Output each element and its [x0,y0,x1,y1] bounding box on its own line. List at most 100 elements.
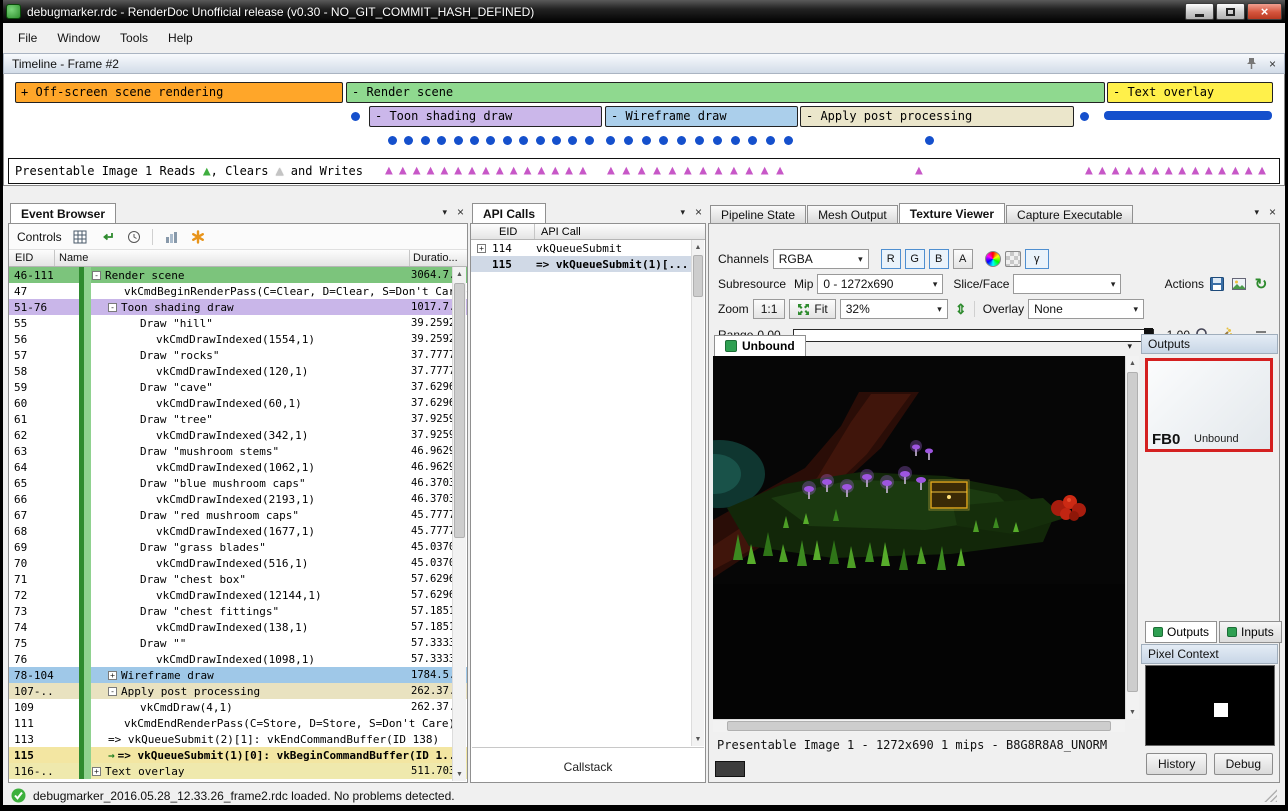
close-icon[interactable]: × [695,206,702,218]
event-row[interactable]: 107-... - → Apply post processing 262.37… [9,683,467,699]
write-triangle-icon[interactable]: ▲ [1098,164,1106,177]
write-triangle-icon[interactable]: ▲ [1218,164,1226,177]
slice-face-dropdown[interactable]: ▾ [1013,274,1121,294]
write-triangle-icon[interactable]: ▲ [454,164,462,177]
debug-button[interactable]: Debug [1214,753,1273,775]
scroll-down-icon[interactable]: ▼ [692,732,704,746]
event-row[interactable]: 56 → vkCmdDrawIndexed(1554,1) 39.25926 [9,331,467,347]
write-triangle-icon[interactable]: ▲ [699,164,707,177]
scroll-up-icon[interactable]: ▲ [692,240,704,254]
event-dot[interactable] [642,136,651,145]
write-triangle-icon[interactable]: ▲ [761,164,769,177]
event-row[interactable]: 72 → vkCmdDrawIndexed(12144,1) 57.62963 [9,587,467,603]
custom-visualisation-icon[interactable] [985,251,1001,267]
timeline-bar-text-overlay[interactable]: - Text overlay [1107,82,1273,103]
write-triangle-icon[interactable]: ▲ [745,164,753,177]
event-dot[interactable] [421,136,430,145]
event-dot[interactable] [748,136,757,145]
write-triangle-icon[interactable]: ▲ [715,164,723,177]
event-browser-scrollbar[interactable]: ▲ ▼ [452,267,466,781]
scroll-up-icon[interactable]: ▲ [453,267,466,281]
column-header-duration[interactable]: Duratio... [409,250,469,266]
scroll-up-icon[interactable]: ▲ [1126,356,1139,370]
open-image-icon[interactable] [1230,275,1248,293]
event-dot[interactable] [585,136,594,145]
event-row[interactable]: 70 → vkCmdDrawIndexed(516,1) 45.03704 [9,555,467,571]
timeline-bar-render-scene[interactable]: - Render scene [346,82,1105,103]
event-dot[interactable] [925,136,934,145]
fb0-thumbnail[interactable]: FB0 Unbound [1145,358,1273,452]
write-triangle-icon[interactable]: ▲ [1125,164,1133,177]
write-triangle-icon[interactable]: ▲ [1165,164,1173,177]
expander-icon[interactable]: - [92,271,101,280]
zoom-dropdown[interactable]: 32% ▾ [840,299,948,319]
scrollbar-thumb[interactable] [454,283,465,538]
column-header-name[interactable]: Name [55,252,467,264]
event-dot[interactable] [568,136,577,145]
write-triangle-icon[interactable]: ▲ [1258,164,1266,177]
jump-to-event-icon[interactable] [98,228,116,246]
write-triangle-icon[interactable]: ▲ [551,164,559,177]
menu-file[interactable]: File [8,26,47,50]
close-button[interactable]: × [1247,3,1282,20]
texture-image[interactable] [713,356,1125,719]
time-durations-icon[interactable] [125,228,143,246]
event-row[interactable]: 62 → vkCmdDrawIndexed(342,1) 37.92593 [9,427,467,443]
event-row[interactable]: 63 → Draw "mushroom stems" 46.96296 [9,443,467,459]
event-row[interactable]: 59 → Draw "cave" 37.62963 [9,379,467,395]
event-dot[interactable] [659,136,668,145]
tab-event-browser[interactable]: Event Browser [10,203,116,223]
channel-alpha-button[interactable]: A [953,249,973,269]
event-row[interactable]: 60 → vkCmdDrawIndexed(60,1) 37.62963 [9,395,467,411]
scroll-down-icon[interactable]: ▼ [1126,705,1139,719]
close-icon[interactable]: × [457,206,464,218]
event-row[interactable]: 76 → vkCmdDrawIndexed(1098,1) 57.33333 [9,651,467,667]
write-triangle-icon[interactable]: ▲ [669,164,677,177]
write-triangle-icon[interactable]: ▲ [427,164,435,177]
event-row[interactable]: 66 → vkCmdDrawIndexed(2193,1) 46.37037 [9,491,467,507]
chevron-down-icon[interactable]: ▾ [680,208,685,217]
event-dot[interactable] [519,136,528,145]
channel-red-button[interactable]: R [881,249,901,269]
flip-y-icon[interactable]: ⇕ [952,300,970,318]
write-triangle-icon[interactable]: ▲ [1245,164,1253,177]
texture-display[interactable] [713,356,1125,719]
column-header-eid[interactable]: EID [9,250,55,266]
write-triangle-icon[interactable]: ▲ [1231,164,1239,177]
write-triangle-icon[interactable]: ▲ [579,164,587,177]
write-triangle-icon[interactable]: ▲ [510,164,518,177]
event-dot[interactable] [503,136,512,145]
event-dot[interactable] [731,136,740,145]
write-triangle-icon[interactable]: ▲ [1112,164,1120,177]
zoom-fit-button[interactable]: Fit [789,299,835,319]
event-dot[interactable] [404,136,413,145]
expander-icon[interactable]: - [108,687,117,696]
event-dot[interactable] [351,112,360,121]
resize-grip[interactable] [1264,789,1277,802]
expander-icon[interactable]: + [477,244,486,253]
tab-mesh-output[interactable]: Mesh Output [807,205,898,223]
texture-v-scrollbar[interactable]: ▲ ▼ [1125,356,1139,719]
event-row[interactable]: 57 → Draw "rocks" 37.77778 [9,347,467,363]
scrollbar-thumb[interactable] [693,255,703,297]
tab-capture-executable[interactable]: Capture Executable [1006,205,1133,223]
event-row[interactable]: 69 → Draw "grass blades" 45.03704 [9,539,467,555]
history-button[interactable]: History [1146,753,1207,775]
write-triangle-icon[interactable]: ▲ [1085,164,1093,177]
timeline-bar-offscreen[interactable]: + Off-screen scene rendering [15,82,343,103]
event-dot[interactable] [470,136,479,145]
event-row[interactable]: 111 → vkCmdEndRenderPass(C=Store, D=Stor… [9,715,467,731]
event-row[interactable]: 116-... + → Text overlay 511.7037 [9,763,467,779]
callstack-section[interactable]: Callstack [472,747,704,781]
event-dot[interactable] [388,136,397,145]
write-triangle-icon[interactable]: ▲ [468,164,476,177]
timeline-grid-icon[interactable] [71,228,89,246]
write-triangle-icon[interactable]: ▲ [622,164,630,177]
write-triangle-icon[interactable]: ▲ [730,164,738,177]
event-row[interactable]: 115 → => vkQueueSubmit(1)[0]: vkBeginCom… [9,747,467,763]
tab-texture-viewer[interactable]: Texture Viewer [899,203,1005,223]
event-row[interactable]: 113 → => vkQueueSubmit(2)[1]: vkEndComma… [9,731,467,747]
maximize-button[interactable] [1216,3,1245,20]
texture-tab-unbound[interactable]: Unbound [714,335,806,356]
write-triangle-icon[interactable]: ▲ [1178,164,1186,177]
